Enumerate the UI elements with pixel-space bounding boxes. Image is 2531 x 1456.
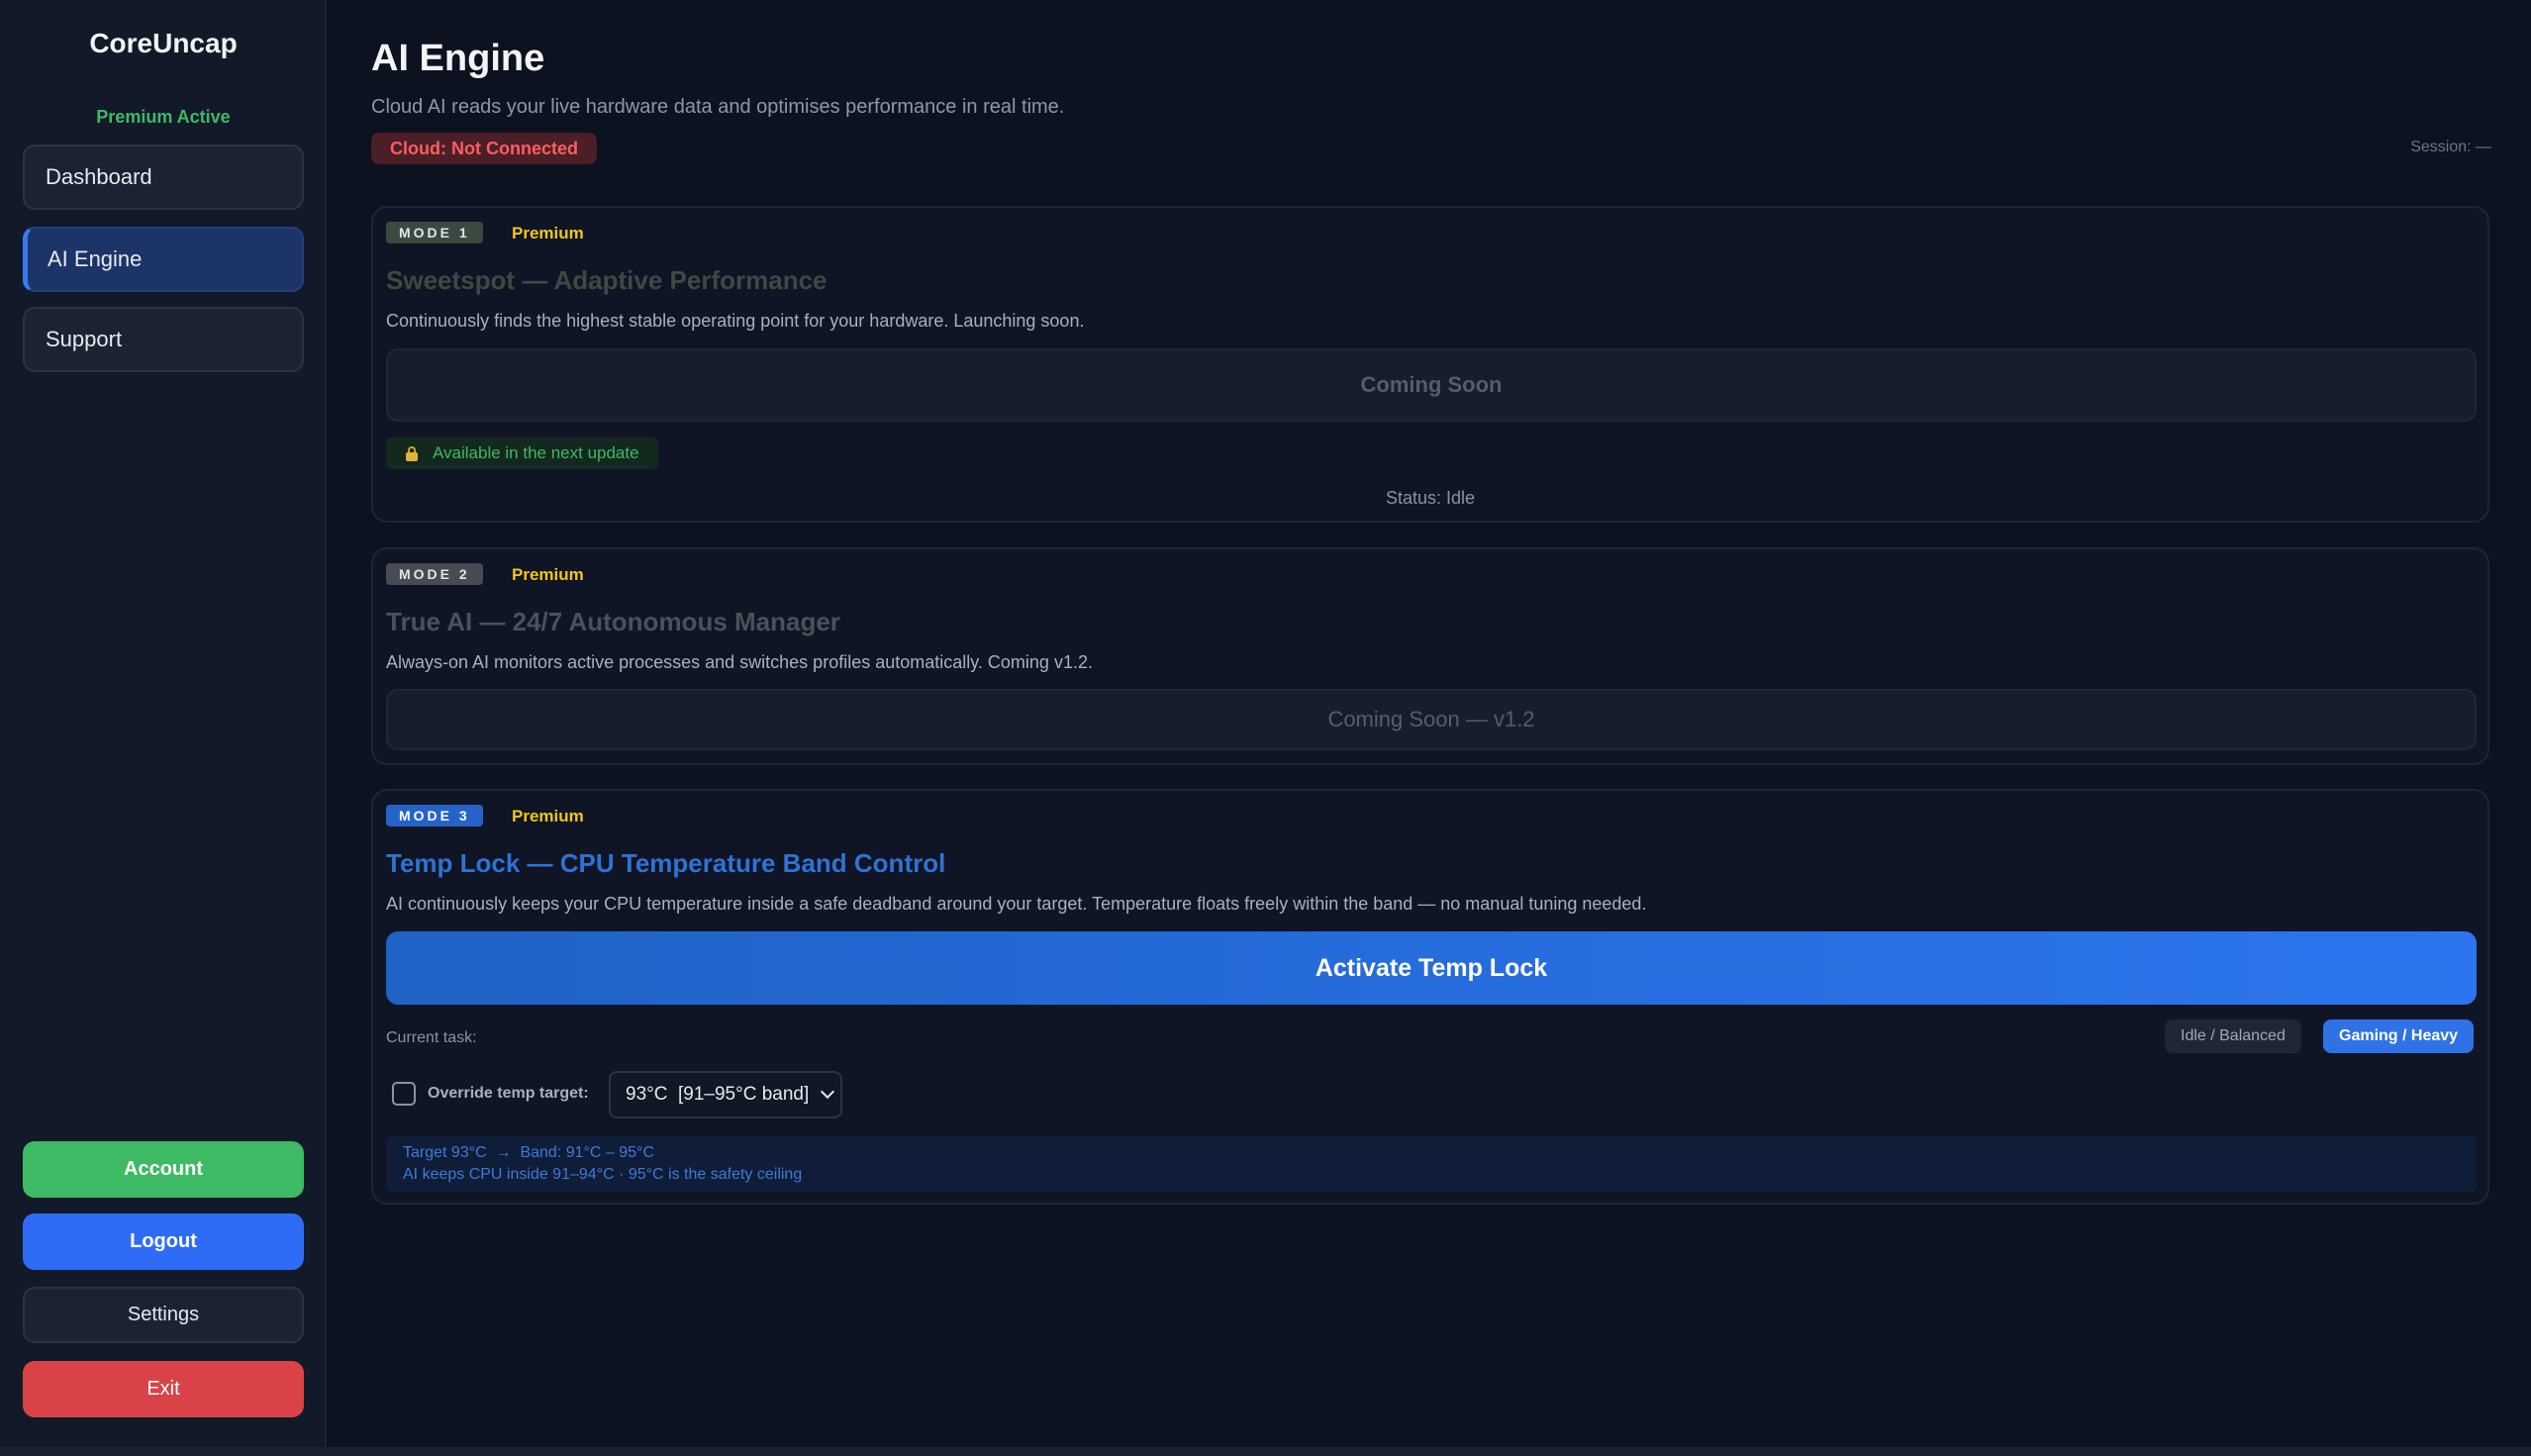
mode-title: Temp Lock — CPU Temperature Band Control: [386, 848, 946, 878]
exit-button[interactable]: Exit: [23, 1361, 304, 1417]
sidebar-item-label: Dashboard: [46, 164, 152, 189]
task-idle-balanced-button[interactable]: Idle / Balanced: [2165, 1019, 2301, 1053]
activate-temp-lock-button[interactable]: Activate Temp Lock: [386, 931, 2477, 1005]
temp-target-select[interactable]: 93°C [91–95°C band]: [609, 1071, 842, 1118]
sidebar-item-support[interactable]: Support: [23, 307, 304, 372]
mode-tag: MODE 1: [386, 222, 483, 243]
mode-description: AI continuously keeps your CPU temperatu…: [386, 894, 1647, 914]
band-info-line: AI keeps CPU inside 91–94°C · 95°C is th…: [403, 1166, 803, 1183]
bottom-strip: [0, 1447, 2531, 1456]
lock-icon: [406, 446, 418, 461]
current-task-label: Current task:: [386, 1029, 477, 1046]
page-subtitle: Cloud AI reads your live hardware data a…: [371, 96, 1065, 118]
sidebar-item-dashboard[interactable]: Dashboard: [23, 145, 304, 210]
mode-tag: MODE 3: [386, 805, 483, 826]
coming-soon-button: Coming Soon — v1.2: [386, 689, 2477, 750]
band-info-line: Target 93°C → Band: 91°C – 95°C: [403, 1144, 654, 1161]
sidebar-item-label: Support: [46, 327, 123, 351]
session-label: Session: —: [2410, 139, 2491, 155]
premium-tag: Premium: [512, 565, 584, 584]
band-info-panel: Target 93°C → Band: 91°C – 95°C AI keeps…: [386, 1136, 2477, 1192]
mode-description: Continuously finds the highest stable op…: [386, 311, 1085, 331]
settings-button[interactable]: Settings: [23, 1287, 304, 1343]
premium-status: Premium Active: [96, 107, 231, 127]
override-checkbox[interactable]: [392, 1082, 416, 1106]
premium-tag: Premium: [512, 807, 584, 825]
page-title: AI Engine: [371, 38, 545, 79]
mode-title: True AI — 24/7 Autonomous Manager: [386, 607, 840, 636]
availability-badge: Available in the next update: [386, 437, 658, 469]
sidebar-item-ai-engine[interactable]: AI Engine: [23, 227, 304, 292]
mode-2-card: MODE 2 Premium True AI — 24/7 Autonomous…: [371, 547, 2489, 765]
override-label: Override temp target:: [428, 1085, 589, 1102]
task-gaming-heavy-button[interactable]: Gaming / Heavy: [2323, 1019, 2475, 1053]
app-brand: CoreUncap: [89, 28, 238, 58]
premium-tag: Premium: [512, 224, 584, 243]
coming-soon-button: Coming Soon: [386, 348, 2477, 422]
mode-description: Always-on AI monitors active processes a…: [386, 652, 1093, 672]
sidebar: CoreUncap Premium Active Dashboard AI En…: [0, 0, 327, 1447]
availability-text: Available in the next update: [433, 443, 639, 462]
mode-1-card: MODE 1 Premium Sweetspot — Adaptive Perf…: [371, 206, 2489, 523]
mode-3-card: MODE 3 Premium Temp Lock — CPU Temperatu…: [371, 789, 2489, 1205]
cloud-status-badge: Cloud: Not Connected: [371, 133, 597, 164]
mode-tag: MODE 2: [386, 563, 483, 585]
sidebar-item-label: AI Engine: [48, 246, 143, 271]
temp-select-value: 93°C [91–95°C band]: [626, 1084, 810, 1105]
mode-status: Status: Idle: [1385, 488, 1476, 508]
chevron-down-icon: [820, 1084, 835, 1100]
logout-button[interactable]: Logout: [23, 1213, 304, 1270]
mode-title: Sweetspot — Adaptive Performance: [386, 265, 827, 295]
account-button[interactable]: Account: [23, 1141, 304, 1198]
